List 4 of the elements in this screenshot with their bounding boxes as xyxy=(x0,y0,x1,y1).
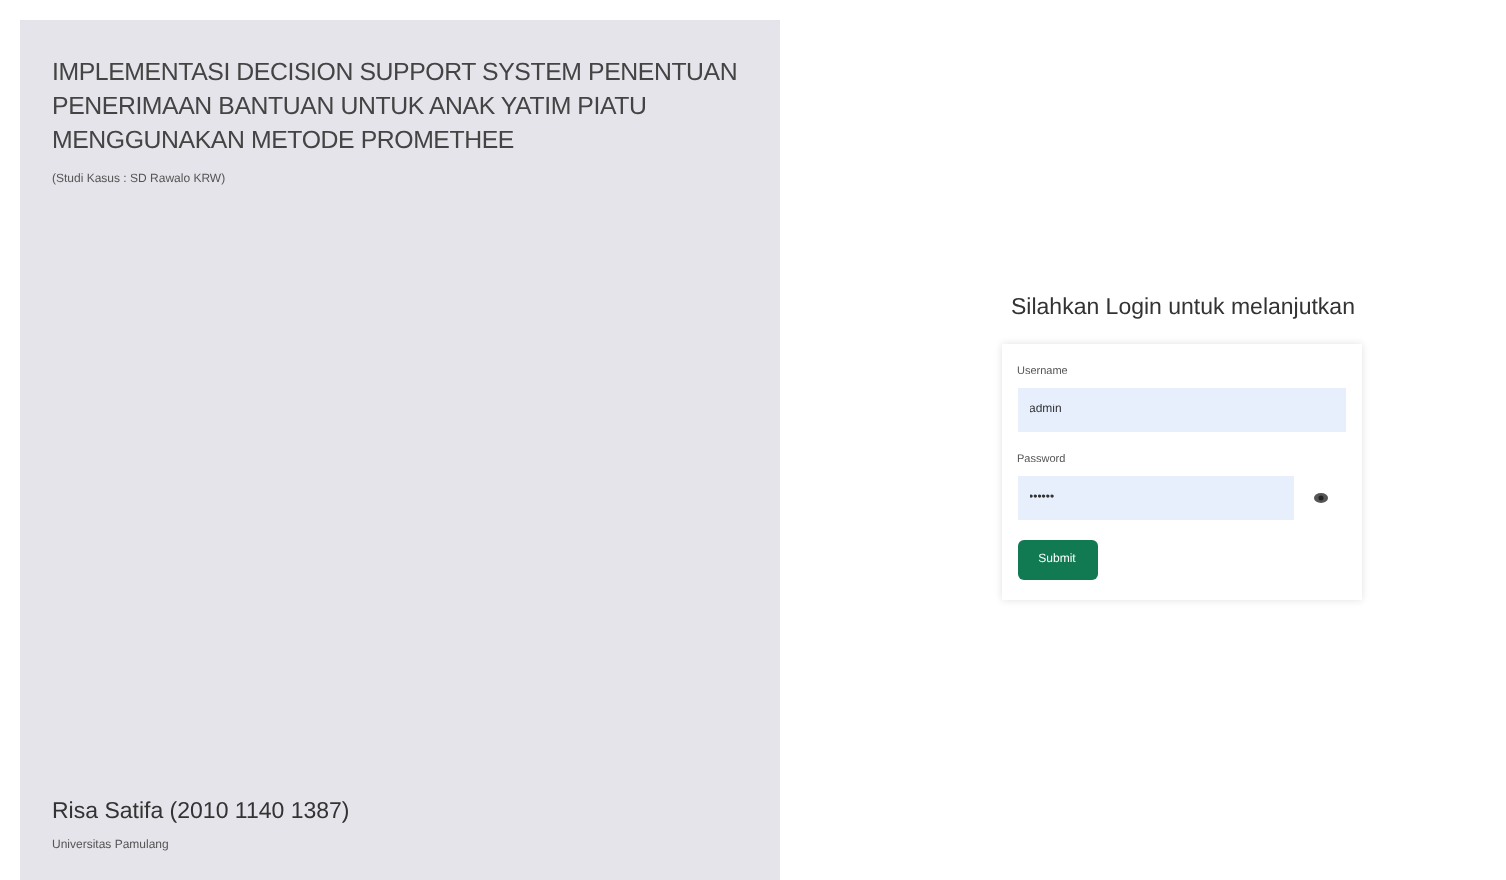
author-name: Risa Satifa (2010 1140 1387) xyxy=(52,800,352,824)
login-heading: Silahkan Login untuk melanjutkan xyxy=(1011,296,1355,320)
project-title: IMPLEMENTASI DECISION SUPPORT SYSTEM PENENTUAN PENERIMAAN BANTUAN UNTUK ANAK YATIM PIATU MENGGUNAKAN METODE PROMETHEE xyxy=(52,56,740,158)
eye-icon[interactable] xyxy=(1313,492,1327,504)
